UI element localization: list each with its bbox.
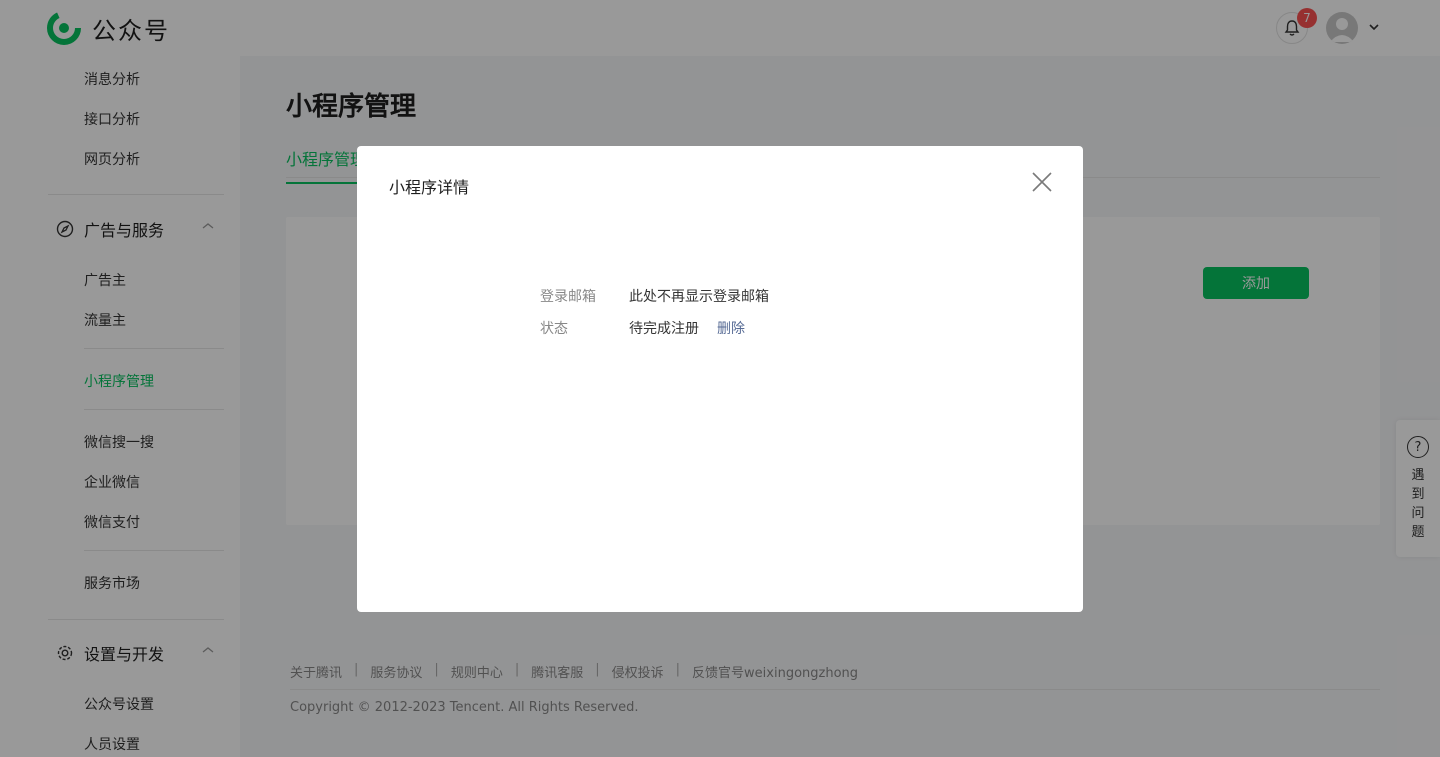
delete-link[interactable]: 删除 bbox=[717, 318, 745, 338]
detail-row-status: 状态 待完成注册 删除 bbox=[540, 318, 745, 338]
detail-label: 状态 bbox=[540, 321, 568, 337]
close-icon[interactable] bbox=[1031, 171, 1053, 193]
detail-value: 此处不再显示登录邮箱 bbox=[629, 289, 769, 305]
dialog-title: 小程序详情 bbox=[389, 178, 470, 197]
miniprogram-detail-dialog: 小程序详情 登录邮箱 此处不再显示登录邮箱 状态 待完成注册 删除 bbox=[357, 146, 1083, 612]
detail-label: 登录邮箱 bbox=[540, 289, 596, 305]
detail-row-email: 登录邮箱 此处不再显示登录邮箱 bbox=[540, 286, 769, 306]
status-value: 待完成注册 bbox=[629, 321, 699, 337]
